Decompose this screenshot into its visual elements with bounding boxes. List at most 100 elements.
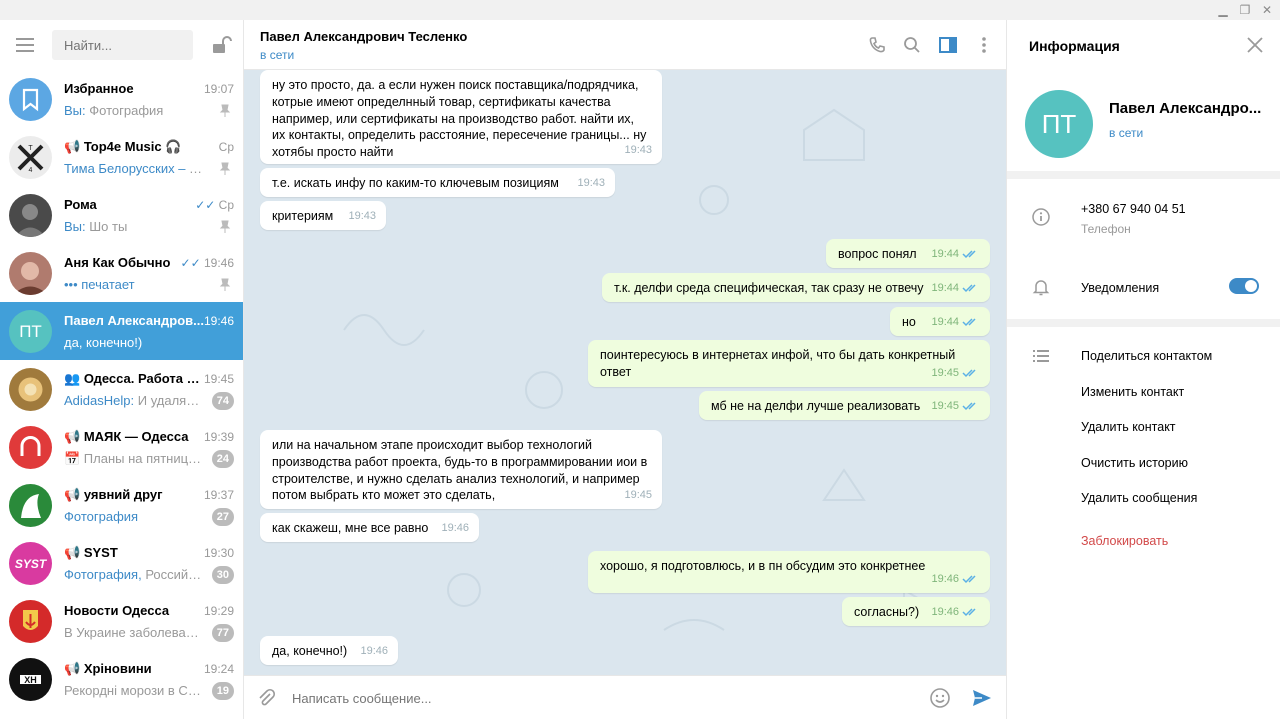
more-options-icon[interactable] — [974, 35, 994, 55]
message-incoming[interactable]: т.е. искать инфу по каким-то ключевым по… — [260, 168, 615, 197]
share-contact-action[interactable]: Поделиться контактом — [1081, 349, 1212, 363]
svg-text:SYST: SYST — [15, 557, 48, 571]
unread-badge: 74 — [211, 392, 234, 410]
chat-item-saved[interactable]: Избранное 19:07 Вы: Фотография — [0, 70, 243, 128]
message-outgoing[interactable]: хорошо, я подготовлюсь, и в пн обсудим э… — [588, 551, 990, 593]
chat-time: 19:45 — [203, 372, 234, 386]
chat-time: 19:39 — [203, 430, 234, 444]
emoji-icon[interactable] — [929, 687, 951, 709]
chat-item-odessa-rabota[interactable]: 👥 Одесса. Работа и... 19:45 AdidasHelp: … — [0, 360, 243, 418]
message-incoming[interactable]: ну это просто, да. а если нужен поиск по… — [260, 70, 662, 164]
contact-name: Павел Александро... — [1109, 100, 1262, 117]
delete-contact-action[interactable]: Удалить контакт — [1081, 420, 1176, 434]
message-outgoing[interactable]: мб не на делфи лучше реализовать 19:45 — [699, 391, 990, 420]
chat-item-mayak[interactable]: 📢 МАЯК — Одесса 19:39 📅 Планы на пятницу… — [0, 418, 243, 476]
clear-history-action[interactable]: Очистить историю — [1081, 456, 1188, 470]
message-time: 19:46 — [360, 645, 388, 658]
message-composer — [244, 675, 1006, 719]
chat-time: 19:07 — [203, 82, 234, 96]
chat-preview: Вы: Фотография — [64, 103, 164, 118]
chat-preview: В Украине заболеваем... — [64, 625, 206, 640]
unlock-icon[interactable] — [210, 34, 232, 56]
attach-icon[interactable] — [256, 688, 276, 708]
delete-messages-action[interactable]: Удалить сообщения — [1081, 491, 1197, 505]
chat-item-pavel[interactable]: ПТ Павел Александров... 19:46 да, конечн… — [0, 302, 243, 360]
double-check-icon — [962, 250, 976, 259]
message-time: 19:46 — [441, 522, 469, 535]
close-window-button[interactable]: ✕ — [1258, 2, 1276, 18]
close-icon[interactable] — [1246, 36, 1264, 54]
chat-item-uyavniy-drug[interactable]: 📢 уявний друг 19:37 Фотография 27 — [0, 476, 243, 534]
send-icon[interactable] — [971, 687, 993, 709]
edit-contact-action[interactable]: Изменить контакт — [1081, 385, 1184, 399]
notifications-toggle[interactable] — [1229, 278, 1259, 294]
message-incoming[interactable]: как скажеш, мне все равно 19:46 — [260, 513, 479, 542]
chat-name: Павел Александров... — [64, 313, 204, 328]
chat-avatar: SYST — [9, 542, 52, 585]
chat-name: 📢 SYST — [64, 545, 118, 560]
svg-text:4: 4 — [29, 167, 33, 174]
phone-icon[interactable] — [867, 35, 887, 55]
megaphone-icon: 📢 — [64, 545, 84, 560]
phone-label: Телефон — [1081, 222, 1131, 236]
message-outgoing[interactable]: вопрос понял 19:44 — [826, 239, 990, 268]
search-icon[interactable] — [902, 35, 922, 55]
chat-preview: AdidasHelp: И удаляешь — [64, 393, 206, 408]
bookmark-icon — [9, 78, 52, 121]
search-input[interactable] — [52, 30, 193, 60]
chat-item-anya[interactable]: Аня Как Обычно ✓✓ 19:46 ••• печатает — [0, 244, 243, 302]
message-outgoing[interactable]: согласны?) 19:46 — [842, 597, 990, 626]
double-check-icon: ✓✓ — [195, 198, 219, 212]
svg-text:T: T — [28, 145, 33, 152]
pin-icon — [219, 162, 231, 175]
message-incoming[interactable]: или на начальном этапе происходит выбор … — [260, 430, 662, 509]
megaphone-icon: 📢 — [64, 661, 84, 676]
message-outgoing[interactable]: но 19:44 — [890, 307, 990, 336]
megaphone-icon: 📢 — [64, 429, 84, 444]
chat-name: Новости Одесса — [64, 603, 170, 618]
message-time: 19:43 — [348, 210, 376, 223]
chat-item-top4e-music[interactable]: T4 📢 Top4e Music 🎧 Ср Тима Белорусских –… — [0, 128, 243, 186]
message-time: 19:46 — [931, 571, 980, 588]
chat-time: ✓✓ Ср — [195, 198, 234, 212]
chat-name: 📢 МАЯК — Одесса — [64, 429, 189, 444]
pin-icon — [219, 278, 231, 291]
chat-preview: Вы: Шо ты — [64, 219, 128, 234]
chat-item-syst[interactable]: SYST 📢 SYST 19:30 Фотография, Российск..… — [0, 534, 243, 592]
chat-avatar — [9, 368, 52, 411]
chat-time: 19:37 — [203, 488, 234, 502]
message-time: 19:44 — [931, 246, 980, 263]
unread-badge: 30 — [211, 566, 234, 584]
message-time: 19:45 — [931, 365, 980, 382]
chat-item-novosti-odessa[interactable]: Новости Одесса 19:29 В Украине заболевае… — [0, 592, 243, 650]
message-incoming[interactable]: критериям 19:43 — [260, 201, 386, 230]
megaphone-icon: 📢 — [64, 139, 84, 154]
bell-icon — [1032, 280, 1050, 296]
block-user-action[interactable]: Заблокировать — [1081, 534, 1168, 548]
minimize-button[interactable]: ▁ — [1214, 2, 1232, 18]
sidebar-toggle-icon[interactable] — [938, 35, 958, 55]
chat-name: Рома — [64, 197, 97, 212]
menu-icon[interactable] — [16, 38, 34, 52]
chat-preview: 📅 Планы на пятницу ... — [64, 451, 206, 466]
svg-text:XH: XH — [24, 675, 37, 685]
message-list[interactable]: ну это просто, да. а если нужен поиск по… — [244, 70, 1006, 675]
contact-avatar[interactable]: ПТ — [1025, 90, 1093, 158]
contact-phone[interactable]: +380 67 940 04 51 — [1081, 202, 1186, 216]
chat-panel: Павел Александрович Тесленко в сети ну э… — [244, 20, 1006, 719]
pin-icon — [219, 220, 231, 233]
chat-item-khrinovyny[interactable]: XH 📢 Хріновини 19:24 Рекордні морози в С… — [0, 650, 243, 708]
message-input[interactable] — [292, 688, 912, 708]
chat-title[interactable]: Павел Александрович Тесленко — [260, 29, 467, 44]
chat-time: ✓✓ 19:46 — [180, 256, 234, 270]
double-check-icon — [962, 369, 976, 378]
message-outgoing[interactable]: т.к. делфи среда специфическая, так сраз… — [602, 273, 990, 302]
restore-button[interactable]: ❐ — [1236, 2, 1254, 18]
chat-preview: Рекордні морози в СШ... — [64, 683, 206, 698]
message-incoming[interactable]: да, конечно!) 19:46 — [260, 636, 398, 665]
chat-preview: ••• печатает — [64, 277, 135, 292]
chat-item-roma[interactable]: Рома ✓✓ Ср Вы: Шо ты — [0, 186, 243, 244]
chat-preview: Фотография — [64, 509, 139, 524]
list-icon — [1033, 350, 1049, 362]
message-outgoing[interactable]: поинтересуюсь в интернетах инфой, что бы… — [588, 340, 990, 387]
